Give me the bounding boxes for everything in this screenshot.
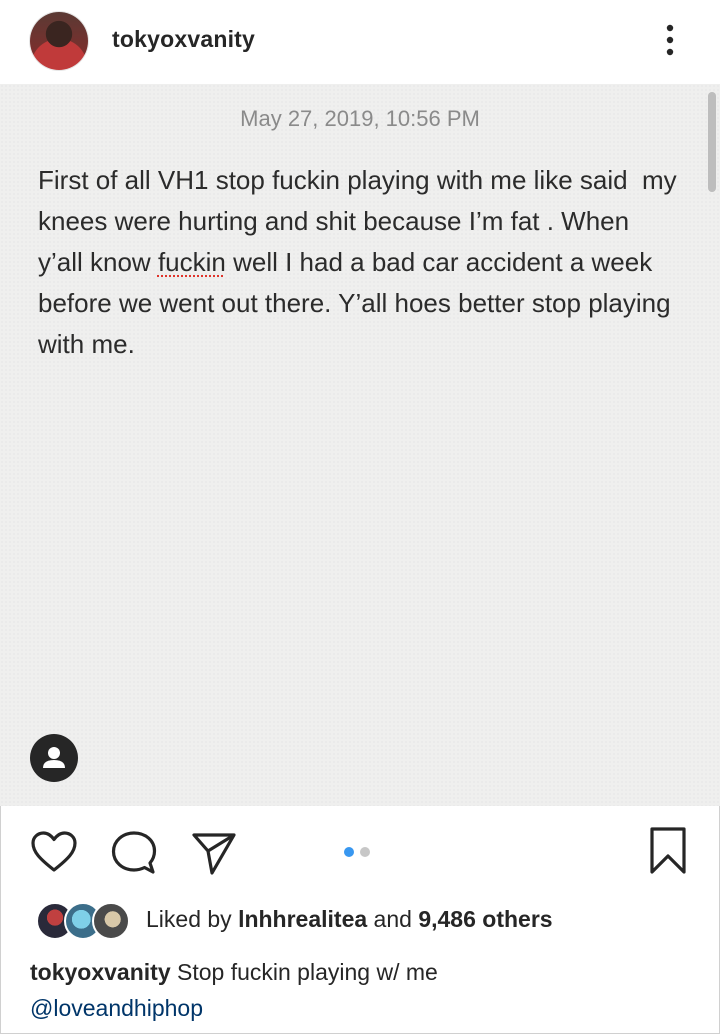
caption-text: Stop fuckin playing w/ me [170, 959, 438, 985]
share-icon[interactable] [190, 830, 238, 876]
carousel-indicator [344, 844, 376, 862]
liker-avatar[interactable] [92, 902, 130, 940]
heart-icon[interactable] [30, 830, 78, 874]
user-tag-icon[interactable] [30, 734, 78, 782]
likes-summary[interactable]: Liked by lnhhrealitea and 9,486 others [146, 906, 553, 933]
caption-mention[interactable]: @loveandhiphop [30, 995, 203, 1021]
likes-count[interactable]: 9,486 others [418, 906, 552, 932]
liked-by-user[interactable]: lnhhrealitea [238, 906, 367, 932]
caption-username[interactable]: tokyoxvanity [30, 959, 171, 985]
avatar[interactable] [30, 12, 88, 70]
caption: tokyoxvanity Stop fuckin playing w/ me @… [30, 954, 690, 1026]
note-date: May 27, 2019, 10:56 PM [240, 106, 480, 131]
carousel-dot [360, 847, 370, 857]
carousel-dot-active [344, 847, 354, 857]
note-body: First of all VH1 stop fuckin playing wit… [38, 160, 678, 365]
more-options-icon[interactable] [658, 20, 682, 60]
bookmark-icon[interactable] [648, 826, 688, 876]
likes-row: Liked by lnhhrealitea and 9,486 others [0, 900, 720, 940]
scrollbar[interactable] [708, 92, 716, 192]
username[interactable]: tokyoxvanity [112, 26, 255, 53]
likes-middle: and [367, 906, 419, 932]
post-header: tokyoxvanity [0, 0, 720, 84]
post-image-note[interactable]: May 27, 2019, 10:56 PM First of all VH1 … [0, 84, 720, 806]
likes-prefix: Liked by [146, 906, 239, 932]
spellcheck-flagged-word: fuckin [157, 247, 226, 277]
comment-icon[interactable] [110, 830, 158, 876]
action-bar [0, 806, 720, 896]
